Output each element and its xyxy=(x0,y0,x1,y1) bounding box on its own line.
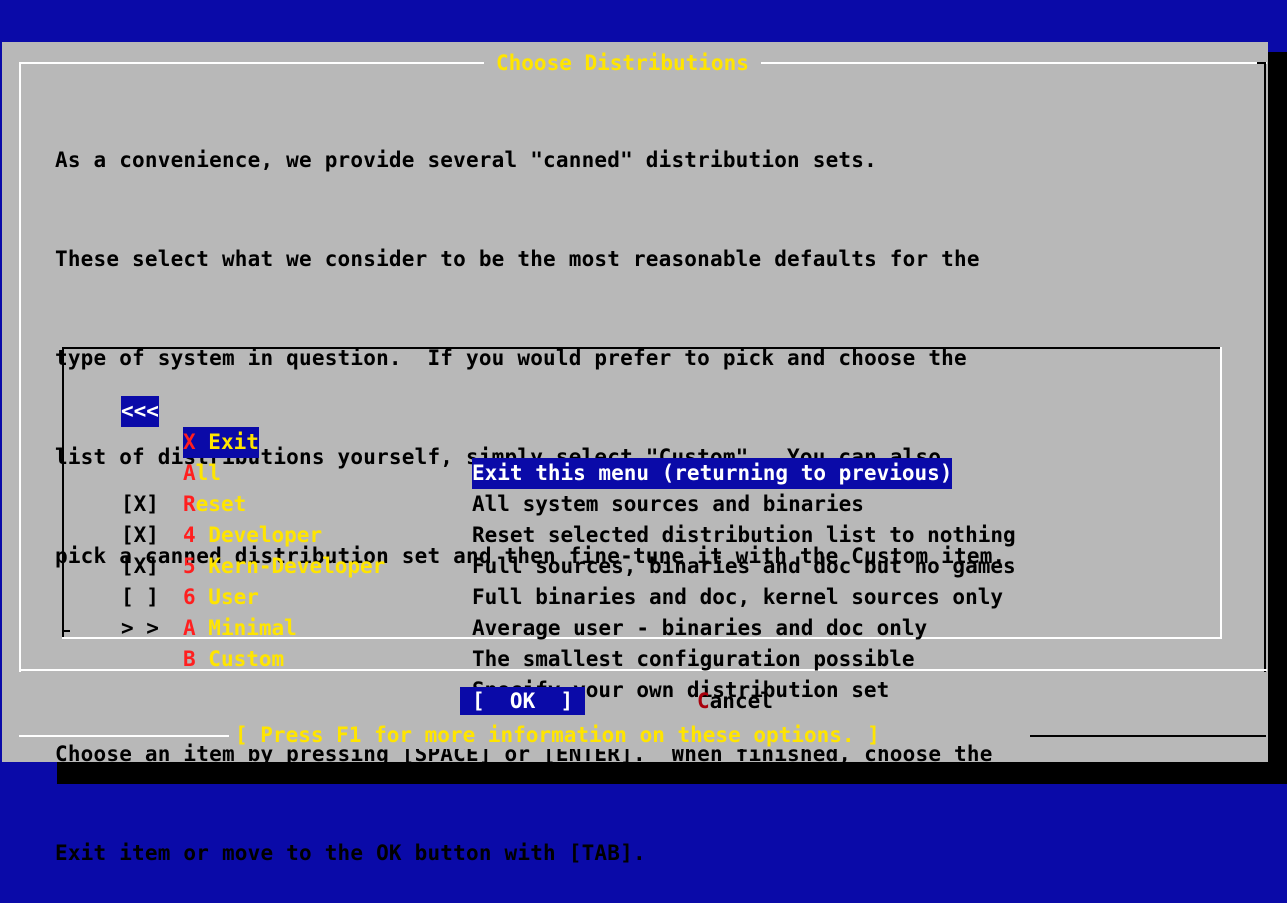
menu-item-label: Custom xyxy=(195,647,285,671)
dialog-right-tick xyxy=(1257,62,1266,64)
menu-item-all[interactable]: All All system sources and binaries xyxy=(0,396,1287,516)
menu-item-label: Minimal xyxy=(195,616,297,640)
submenu-marker: > > xyxy=(121,616,159,640)
hotkey: C xyxy=(697,689,710,713)
intro-line: As a convenience, we provide several "ca… xyxy=(55,148,877,172)
menu-item-description: The smallest configuration possible xyxy=(472,647,915,671)
menu-item-minimal-key: A Minimal xyxy=(183,613,297,644)
menu-item-description: Average user - binaries and doc only xyxy=(472,616,928,640)
intro-line: These select what we consider to be the … xyxy=(55,247,980,271)
cancel-button[interactable]: Cancel xyxy=(697,687,773,715)
menu-item-user[interactable]: [X] 6 User Average user - binaries and d… xyxy=(0,520,1287,640)
dialog-bottom-border-right xyxy=(1030,735,1266,737)
menu-item-minimal[interactable]: [ ] A Minimal The smallest configuration… xyxy=(0,551,1287,671)
menu-item-developer[interactable]: [X] 4 Developer Full sources, binaries a… xyxy=(0,458,1287,578)
menu-box-top-border xyxy=(62,347,1222,349)
menu-item-kern-developer[interactable]: [X] 5 Kern-Developer Full binaries and d… xyxy=(0,489,1287,609)
menu-item-exit[interactable]: <<< X Exit Exit this menu (returning to … xyxy=(0,365,1287,489)
cancel-button-label: ancel xyxy=(709,689,773,713)
menu-box-bottom-tick xyxy=(62,630,70,632)
menu-item-custom-key: B Custom xyxy=(183,644,284,675)
menu-item-custom[interactable]: > > B Custom Specify your own distributi… xyxy=(0,582,1287,702)
hotkey: B xyxy=(183,647,196,671)
intro-line: Exit item or move to the OK button with … xyxy=(55,841,646,865)
dialog-title: Choose Distributions xyxy=(484,49,761,77)
ok-button[interactable]: [ OK ] xyxy=(460,687,586,715)
menu-item-reset[interactable]: Reset Reset selected distribution list t… xyxy=(0,427,1287,547)
help-hint: [ Press F1 for more information on these… xyxy=(229,721,886,749)
hotkey: A xyxy=(183,616,196,640)
